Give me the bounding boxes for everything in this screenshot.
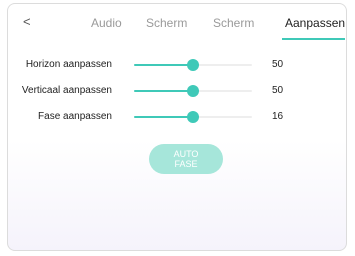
horizon-label: Horizon aanpassen — [25, 59, 112, 70]
tab-audio[interactable]: Audio — [91, 16, 122, 30]
horizon-slider-thumb[interactable] — [187, 59, 199, 71]
horizon-value: 50 — [272, 59, 284, 70]
fase-slider-fill — [134, 116, 193, 118]
verticaal-label: Verticaal aanpassen — [21, 85, 112, 96]
back-chevron-icon[interactable]: < — [23, 14, 31, 30]
fase-value: 16 — [272, 111, 284, 122]
verticaal-value: 50 — [272, 85, 284, 96]
auto-fase-line1: AUTO — [173, 149, 199, 159]
tab-scherm-2[interactable]: Scherm — [213, 16, 254, 30]
auto-fase-button[interactable]: AUTO FASE — [149, 144, 223, 174]
fase-slider-thumb[interactable] — [187, 111, 199, 123]
fase-slider[interactable] — [134, 111, 252, 123]
tab-aanpassen[interactable]: Aanpassen — [285, 16, 345, 30]
tab-scherm-1[interactable]: Scherm — [146, 16, 187, 30]
verticaal-slider[interactable] — [134, 85, 252, 97]
active-tab-indicator — [282, 38, 345, 40]
verticaal-slider-fill — [134, 90, 193, 92]
auto-fase-line2: FASE — [174, 159, 198, 169]
settings-panel: < Audio Scherm Scherm Aanpassen Horizon … — [7, 3, 347, 251]
verticaal-slider-thumb[interactable] — [187, 85, 199, 97]
fase-label: Fase aanpassen — [38, 111, 112, 122]
horizon-slider[interactable] — [134, 59, 252, 71]
horizon-slider-fill — [134, 64, 193, 66]
